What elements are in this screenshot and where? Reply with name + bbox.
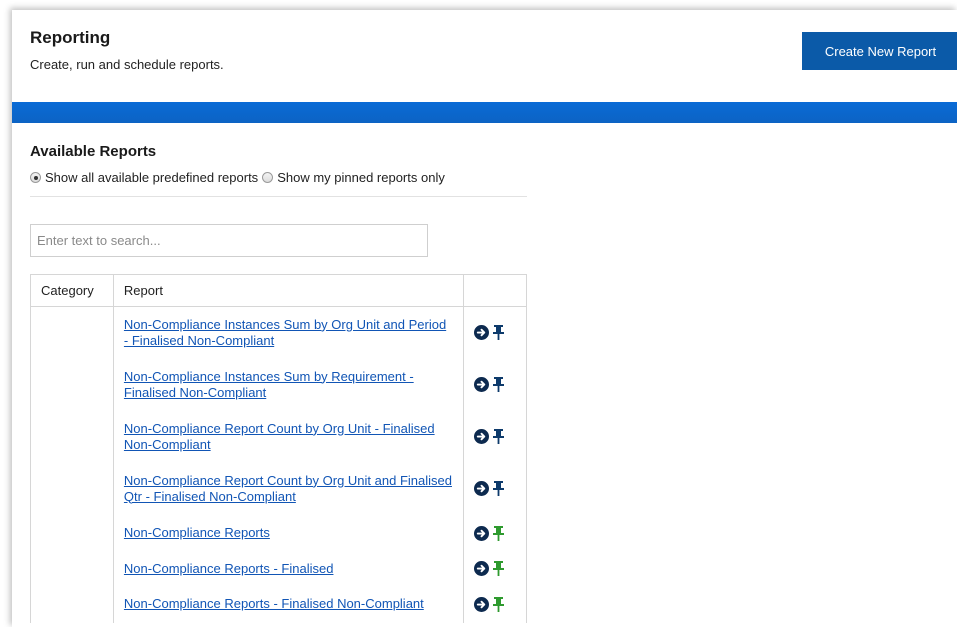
category-cell	[30, 514, 114, 552]
run-report-icon[interactable]	[474, 325, 490, 341]
report-cell: Non-Compliance Reports	[112, 514, 465, 552]
run-report-icon[interactable]	[474, 377, 490, 392]
report-cell: Non-Compliance Instances Sum by Org Unit…	[112, 306, 465, 359]
pin-icon[interactable]	[493, 325, 505, 341]
column-header-actions	[463, 274, 527, 307]
actions-cell	[463, 306, 527, 359]
run-report-icon[interactable]	[474, 561, 490, 576]
report-link[interactable]: Non-Compliance Instances Sum by Requirem…	[124, 369, 453, 401]
report-link[interactable]: Non-Compliance Reports	[124, 525, 453, 541]
pinned-icon[interactable]	[493, 561, 505, 576]
report-link[interactable]: Non-Compliance Report Count by Org Unit …	[124, 473, 453, 505]
category-cell	[30, 462, 114, 515]
category-cell	[30, 585, 114, 623]
reports-table: Category Report Non-Compliance Instances…	[30, 274, 527, 623]
category-cell	[30, 306, 114, 359]
header-banner	[12, 102, 957, 123]
report-cell: Non-Compliance Reports - Finalised	[112, 551, 465, 586]
table-row: Non-Compliance Reports - Finalised	[30, 551, 527, 586]
column-header-report[interactable]: Report	[112, 274, 465, 307]
radio-show-pinned-label[interactable]: Show my pinned reports only	[277, 170, 445, 185]
pinned-icon[interactable]	[493, 596, 505, 612]
pin-icon[interactable]	[493, 377, 505, 392]
pinned-icon[interactable]	[493, 525, 505, 541]
section-divider	[30, 196, 527, 197]
radio-show-all[interactable]	[30, 172, 41, 183]
reporting-panel: Reporting Create, run and schedule repor…	[12, 10, 957, 627]
actions-cell	[463, 410, 527, 463]
report-link[interactable]: Non-Compliance Instances Sum by Org Unit…	[124, 317, 453, 349]
run-report-icon[interactable]	[474, 429, 490, 444]
radio-show-all-label[interactable]: Show all available predefined reports	[45, 170, 258, 185]
report-link[interactable]: Non-Compliance Reports - Finalised Non-C…	[124, 596, 453, 612]
category-cell	[30, 410, 114, 463]
page-subtitle: Create, run and schedule reports.	[30, 57, 224, 72]
table-row: Non-Compliance Instances Sum by Org Unit…	[30, 306, 527, 359]
run-report-icon[interactable]	[474, 481, 490, 496]
page-title: Reporting	[30, 28, 111, 47]
table-row: Non-Compliance Instances Sum by Requirem…	[30, 358, 527, 411]
table-row: Non-Compliance Reports	[30, 514, 527, 552]
report-cell: Non-Compliance Reports - Finalised Non-C…	[112, 585, 465, 623]
create-new-report-button[interactable]: Create New Report	[802, 32, 957, 70]
pin-icon[interactable]	[493, 429, 505, 444]
table-row: Non-Compliance Reports - Finalised Non-C…	[30, 585, 527, 623]
report-link[interactable]: Non-Compliance Report Count by Org Unit …	[124, 421, 453, 453]
column-header-category[interactable]: Category	[30, 274, 114, 307]
category-cell	[30, 551, 114, 586]
report-filter-radio-group: Show all available predefined reports Sh…	[30, 170, 445, 185]
run-report-icon[interactable]	[474, 525, 490, 541]
actions-cell	[463, 551, 527, 586]
report-link[interactable]: Non-Compliance Reports - Finalised	[124, 561, 453, 577]
actions-cell	[463, 585, 527, 623]
table-row: Non-Compliance Report Count by Org Unit …	[30, 462, 527, 515]
report-cell: Non-Compliance Report Count by Org Unit …	[112, 462, 465, 515]
search-input[interactable]	[30, 224, 428, 257]
category-cell	[30, 358, 114, 411]
run-report-icon[interactable]	[474, 596, 490, 612]
pin-icon[interactable]	[493, 481, 505, 496]
radio-show-pinned[interactable]	[262, 172, 274, 183]
actions-cell	[463, 462, 527, 515]
available-reports-title: Available Reports	[30, 143, 157, 160]
table-row: Non-Compliance Report Count by Org Unit …	[30, 410, 527, 463]
report-cell: Non-Compliance Report Count by Org Unit …	[112, 410, 465, 463]
report-cell: Non-Compliance Instances Sum by Requirem…	[112, 358, 465, 411]
actions-cell	[463, 358, 527, 411]
table-header-row: Category Report	[30, 274, 527, 307]
page-header: Reporting Create, run and schedule repor…	[12, 10, 957, 102]
actions-cell	[463, 514, 527, 552]
